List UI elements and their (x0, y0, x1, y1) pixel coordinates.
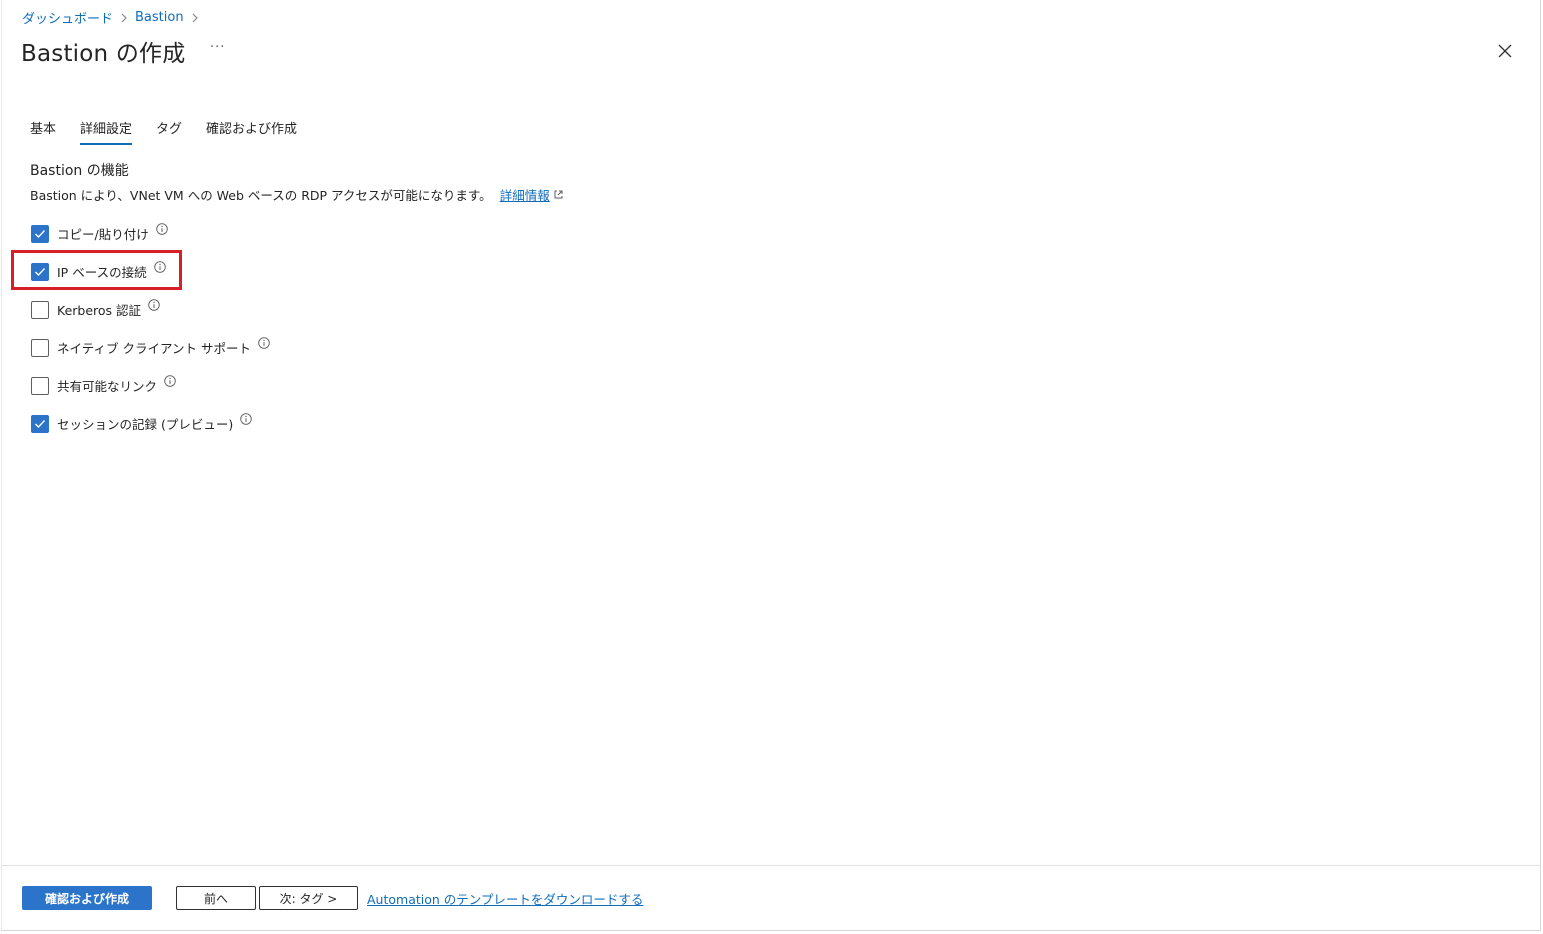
info-icon[interactable] (164, 374, 176, 387)
shareable-link-checkbox[interactable] (31, 376, 49, 395)
tab-tags[interactable]: タグ (156, 118, 182, 145)
next-button[interactable]: 次: タグ > (259, 886, 358, 910)
close-icon (1498, 44, 1512, 58)
info-icon[interactable] (148, 298, 160, 311)
tab-basics[interactable]: 基本 (30, 118, 56, 145)
info-icon[interactable] (155, 222, 168, 235)
info-icon[interactable] (153, 260, 166, 273)
option-label: コピー/貼り付け (57, 227, 149, 242)
previous-button[interactable]: 前へ (176, 886, 256, 910)
info-icon[interactable] (258, 336, 270, 349)
option-session-recording: セッションの記録 (プレビュー) (31, 412, 252, 433)
option-kerberos: Kerberos 認証 (31, 298, 160, 319)
section-description: Bastion により、VNet VM への Web ベースの RDP アクセス… (30, 188, 492, 203)
option-label: Kerberos 認証 (57, 303, 142, 318)
review-create-button[interactable]: 確認および作成 (22, 886, 152, 910)
page-title: Bastion の作成 (21, 41, 186, 67)
chevron-right-icon (120, 13, 128, 23)
session-recording-checkbox[interactable] (31, 414, 49, 433)
info-icon[interactable] (240, 412, 252, 425)
chevron-right-icon (191, 13, 199, 23)
more-options-button[interactable]: ··· (210, 40, 225, 55)
learn-more-link[interactable]: 詳細情報 (500, 185, 550, 204)
copy-paste-checkbox[interactable] (31, 224, 49, 243)
option-ip-based-connection: IP ベースの接続 (31, 260, 166, 281)
tab-advanced[interactable]: 詳細設定 (80, 118, 133, 145)
checkmark-icon (35, 419, 46, 428)
close-button[interactable] (1494, 40, 1516, 62)
breadcrumb-bastion[interactable]: Bastion (135, 10, 184, 25)
option-label: 共有可能なリンク (57, 379, 158, 394)
checkmark-icon (35, 229, 46, 238)
option-label: セッションの記録 (プレビュー) (57, 417, 234, 432)
native-client-checkbox[interactable] (31, 338, 49, 357)
option-label: ネイティブ クライアント サポート (57, 341, 251, 356)
external-link-icon (553, 189, 564, 200)
tab-bar: 基本 詳細設定 タグ 確認および作成 (30, 118, 321, 145)
ip-based-connection-checkbox[interactable] (31, 262, 49, 281)
footer-divider (2, 865, 1541, 866)
breadcrumb: ダッシュボード Bastion (22, 8, 206, 27)
tab-review-create[interactable]: 確認および作成 (206, 118, 297, 145)
option-shareable-link: 共有可能なリンク (31, 374, 176, 395)
option-label: IP ベースの接続 (57, 265, 147, 280)
breadcrumb-dashboard[interactable]: ダッシュボード (22, 8, 113, 27)
checkmark-icon (35, 267, 46, 276)
kerberos-checkbox[interactable] (31, 300, 49, 319)
download-template-link[interactable]: Automation のテンプレートをダウンロードする (367, 889, 643, 908)
section-title: Bastion の機能 (30, 163, 129, 179)
option-native-client: ネイティブ クライアント サポート (31, 336, 270, 357)
section-description-row: Bastion により、VNet VM への Web ベースの RDP アクセス… (30, 185, 564, 204)
option-copy-paste: コピー/貼り付け (31, 222, 168, 243)
